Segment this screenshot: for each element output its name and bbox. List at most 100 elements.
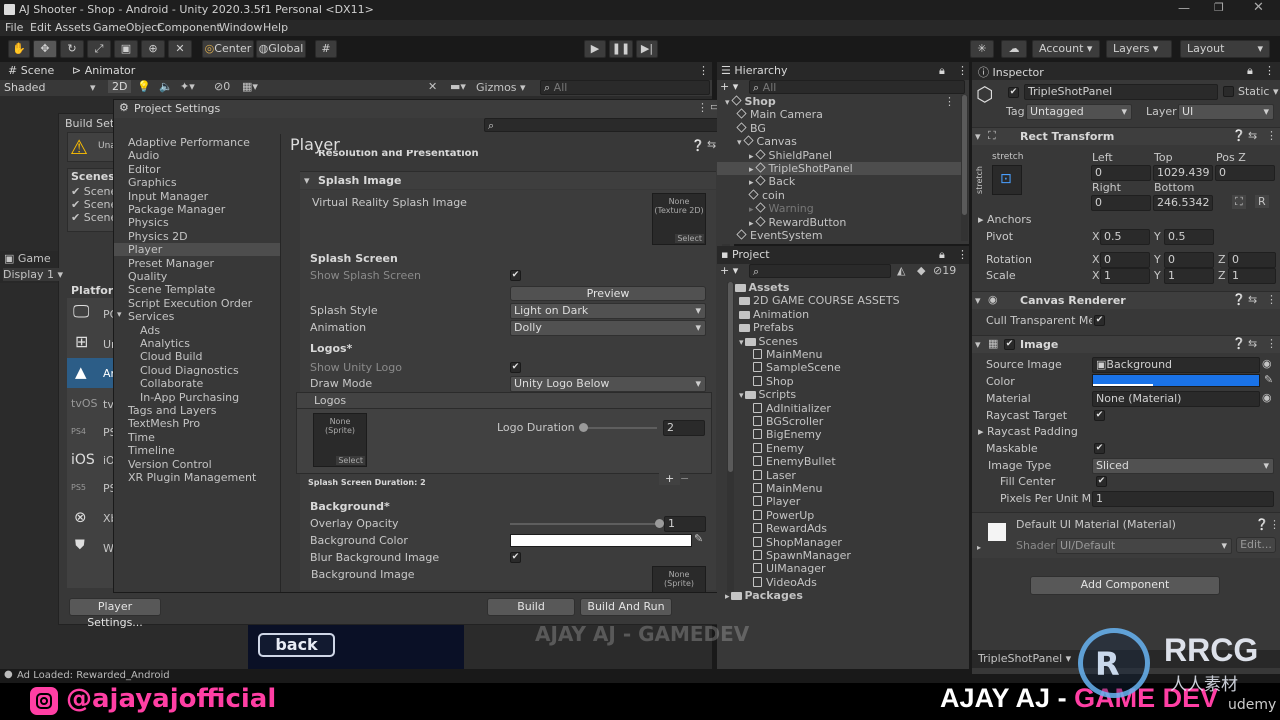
settings-nav-item[interactable]: Ads <box>114 324 280 337</box>
preset-icon[interactable]: ⇆ <box>1248 293 1257 306</box>
right-field[interactable]: 0 <box>1091 195 1151 211</box>
help-icon[interactable]: ❔ <box>1255 518 1269 531</box>
window-menu-icon[interactable]: ⋮ <box>697 101 708 114</box>
blueprint-mode-button[interactable]: ⛶ <box>1232 195 1246 209</box>
pivot-x-field[interactable]: 0.5 <box>1100 229 1150 245</box>
logo-select-button[interactable]: Select <box>336 456 365 465</box>
settings-nav-item[interactable]: Editor <box>114 163 280 176</box>
rect-tool-icon[interactable]: ▣ <box>114 40 138 58</box>
settings-nav-item[interactable]: Scene Template <box>114 283 280 296</box>
scene-entry[interactable]: ✔ Scene <box>71 198 117 211</box>
help-icon[interactable]: ❔ <box>1232 129 1246 142</box>
image-component-header[interactable]: ▾ ▦ ✔ Image ❔ ⇆ ⋮ <box>972 335 1280 353</box>
settings-nav-item[interactable]: Time <box>114 431 280 444</box>
tab-inspector[interactable]: ⓘ Inspector <box>978 64 1044 80</box>
image-type-dropdown[interactable]: Sliced <box>1092 458 1274 474</box>
hidden-packages-icon[interactable]: ⊘19 <box>933 264 956 277</box>
grid-snap-icon[interactable]: # <box>315 40 337 58</box>
animation-dropdown[interactable]: Dolly <box>510 320 706 336</box>
preset-icon[interactable]: ⇆ <box>707 138 716 151</box>
pause-button[interactable]: ❚❚ <box>609 40 633 58</box>
shading-mode-dropdown[interactable]: Shaded <box>4 81 45 94</box>
tab-animator[interactable]: ⊳ Animator <box>72 64 135 77</box>
project-asset[interactable]: SpawnManager <box>717 549 851 562</box>
eyedropper-icon[interactable]: ✎ <box>694 532 703 545</box>
blur-background-checkbox[interactable]: ✔ <box>510 552 521 563</box>
tab-hierarchy[interactable]: ☰ Hierarchy <box>721 64 788 77</box>
menu-file[interactable]: File <box>5 21 23 34</box>
splash-style-dropdown[interactable]: Light on Dark <box>510 303 706 319</box>
back-button[interactable]: back <box>258 633 335 657</box>
project-asset[interactable]: SampleScene <box>717 361 841 374</box>
rotation-x-field[interactable]: 0 <box>1100 252 1150 268</box>
display-dropdown[interactable]: Display 1 ▾ <box>3 268 64 281</box>
overlay-opacity-slider[interactable] <box>510 523 660 525</box>
material-foldout-icon[interactable]: ▸ <box>977 543 981 552</box>
hierarchy-item[interactable]: ▸ TripleShotPanel <box>717 162 961 175</box>
play-button[interactable]: ▶ <box>584 40 606 58</box>
scale-x-field[interactable]: 1 <box>1100 268 1150 284</box>
settings-search-input[interactable]: ⌕ <box>484 118 724 132</box>
tab-scene[interactable]: # Scene <box>6 64 56 77</box>
toggle-2d-button[interactable]: 2D <box>108 80 132 93</box>
shader-dropdown[interactable]: UI/Default <box>1056 538 1232 554</box>
build-button[interactable]: Build <box>487 598 575 616</box>
lock-icon[interactable]: 🔒︎ <box>1247 64 1253 78</box>
preview-button[interactable]: Preview <box>510 286 706 301</box>
scene-search-input[interactable]: ⌕ All <box>540 80 710 95</box>
menu-gameobject[interactable]: GameObject <box>93 21 162 34</box>
foldout-arrow-icon[interactable]: ▸ <box>749 205 754 215</box>
preset-icon[interactable]: ⇆ <box>1248 337 1257 350</box>
help-icon[interactable]: ❔ <box>1232 337 1246 350</box>
posz-field[interactable]: 0 <box>1215 165 1275 181</box>
panel-menu-icon[interactable]: ⋮ <box>1264 64 1275 77</box>
custom-tool-icon[interactable]: ✕ <box>168 40 192 58</box>
add-component-button[interactable]: Add Component <box>1030 576 1220 595</box>
fill-center-checkbox[interactable]: ✔ <box>1096 476 1107 487</box>
pivot-center-button[interactable]: ◎Center <box>202 40 254 58</box>
cull-transparent-checkbox[interactable]: ✔ <box>1094 315 1105 326</box>
hierarchy-item[interactable]: BG <box>717 122 961 135</box>
resolution-section-header[interactable]: Resolution and Presentation <box>318 150 479 158</box>
foldout-arrow-icon[interactable]: ▸ <box>749 152 754 162</box>
foldout-arrow-icon[interactable]: ▾ <box>739 338 744 348</box>
maskable-checkbox[interactable]: ✔ <box>1094 443 1105 454</box>
object-picker-icon[interactable]: ◉ <box>1262 357 1272 370</box>
menu-help[interactable]: Help <box>263 21 288 34</box>
menu-assets[interactable]: Assets <box>55 21 91 34</box>
layers-dropdown[interactable]: Layers ▾ <box>1106 40 1172 58</box>
draw-mode-dropdown[interactable]: Unity Logo Below <box>510 376 706 392</box>
foldout-arrow-icon[interactable]: ▸ <box>725 592 730 602</box>
project-search-input[interactable]: ⌕ <box>749 264 891 278</box>
tools-icon[interactable]: ✕ <box>428 80 437 93</box>
preset-icon[interactable]: ⇆ <box>1248 129 1257 142</box>
logo-duration-field[interactable]: 2 <box>663 420 705 436</box>
raycast-padding-foldout[interactable]: ▸ Raycast Padding <box>978 425 1078 438</box>
tag-dropdown[interactable]: Untagged <box>1026 104 1132 120</box>
build-and-run-button[interactable]: Build And Run <box>580 598 672 616</box>
inspector-footer-object[interactable]: TripleShotPanel ▾ <box>978 652 1071 665</box>
step-button[interactable]: ▶| <box>636 40 658 58</box>
material-field[interactable]: None (Material) <box>1092 391 1260 407</box>
settings-nav-item[interactable]: Cloud Build <box>114 350 280 363</box>
scene-entry[interactable]: ✔ Scene <box>71 211 117 224</box>
overlay-opacity-handle[interactable] <box>655 519 664 528</box>
list-remove-icon[interactable]: − <box>680 472 689 485</box>
effects-icon[interactable]: ✦▾ <box>180 80 195 93</box>
hidden-objects-icon[interactable]: ⊘0 <box>214 80 230 93</box>
account-dropdown[interactable]: Account ▾ <box>1032 40 1100 58</box>
settings-nav-item[interactable]: Script Execution Order <box>114 297 280 310</box>
image-color-swatch[interactable] <box>1092 374 1260 387</box>
tab-project[interactable]: ▪ Project <box>721 248 770 261</box>
hierarchy-item[interactable]: ▸ Warning <box>717 202 961 215</box>
rotate-tool-icon[interactable]: ↻ <box>60 40 84 58</box>
component-menu-icon[interactable]: ⋮ <box>1266 129 1277 142</box>
maximize-icon[interactable]: ❐ <box>1214 1 1224 14</box>
settings-nav-item[interactable]: Version Control <box>114 458 280 471</box>
project-asset[interactable]: ShopManager <box>717 536 842 549</box>
settings-nav-item[interactable]: Player <box>114 243 280 257</box>
logo-sprite-field[interactable]: None (Sprite) Select <box>313 413 367 467</box>
splash-image-section-header[interactable]: ▾ Splash Image <box>300 171 716 189</box>
scene-entry[interactable]: ✔ Scene <box>71 185 117 198</box>
component-menu-icon[interactable]: ⋮ <box>1266 293 1277 306</box>
